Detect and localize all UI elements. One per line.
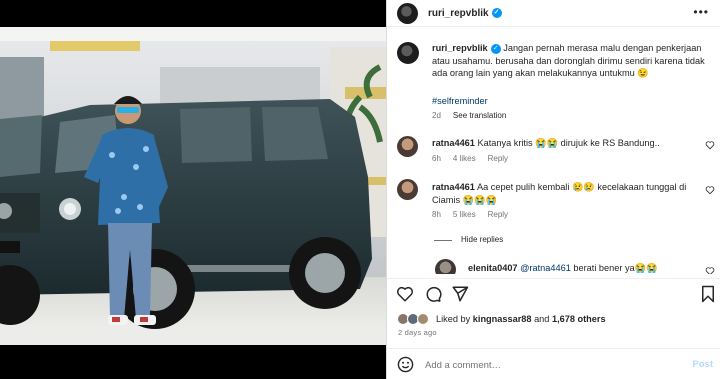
see-translation-button[interactable]: See translation — [453, 111, 506, 120]
emoji-icon[interactable] — [397, 356, 414, 373]
reply-button[interactable]: Reply — [488, 154, 508, 163]
heart-icon[interactable] — [396, 285, 414, 303]
comment-time: 8h — [432, 210, 441, 219]
comment-text: Katanya kritis 😭😭 dirujuk ke RS Bandung.… — [477, 138, 660, 148]
post-image — [0, 27, 386, 345]
hide-replies-button[interactable]: Hide replies — [461, 235, 503, 244]
comment-likes[interactable]: 4 likes — [453, 154, 476, 163]
add-comment-input[interactable] — [425, 357, 675, 373]
reply-text: berati bener ya😭😭 — [570, 263, 658, 273]
author-avatar[interactable] — [397, 3, 418, 24]
comment-1-meta: 6h 4 likes Reply — [432, 154, 520, 163]
comment-2-meta: 8h 5 likes Reply — [432, 210, 520, 219]
comment-heart-icon[interactable] — [705, 140, 715, 150]
verified-icon: ✓ — [491, 8, 502, 19]
liked-by-prefix: Liked by — [436, 314, 473, 324]
reply-username[interactable]: elenita0407 — [468, 263, 518, 273]
post-side-panel: ruri_repvblik ✓ ••• ruri_repvblik ✓ Jangan… — [386, 0, 720, 379]
comment-1: ratna4461 Katanya kritis 😭😭 dirujuk ke R… — [432, 137, 694, 150]
comment-icon[interactable] — [424, 285, 442, 303]
post-header: ruri_repvblik ✓ ••• — [387, 0, 720, 27]
reply-mention[interactable]: @ratna4461 — [520, 263, 571, 273]
liked-by-count[interactable]: 1,678 others — [552, 314, 606, 324]
reply-avatar[interactable] — [435, 259, 456, 274]
bookmark-icon[interactable] — [699, 285, 717, 303]
add-comment-bar: Post — [387, 348, 720, 379]
post-comment-button[interactable]: Post — [692, 359, 713, 370]
comment-likes[interactable]: 5 likes — [453, 210, 476, 219]
verified-icon: ✓ — [490, 43, 501, 54]
author-username[interactable]: ruri_repvblik ✓ — [428, 8, 502, 19]
comment-heart-icon[interactable] — [705, 266, 715, 274]
comments-scroll-area[interactable]: ruri_repvblik ✓ Jangan pernah merasa malu… — [387, 28, 720, 274]
caption-time: 2d — [432, 111, 441, 120]
instagram-post-view: ruri_repvblik ✓ ••• ruri_repvblik ✓ Jangan… — [0, 0, 720, 379]
liked-by-and: and — [531, 314, 552, 324]
caption-username[interactable]: ruri_repvblik — [432, 43, 488, 53]
reply-comment: elenita0407 @ratna4461 berati bener ya😭😭 — [468, 262, 696, 274]
liked-by-text: Liked by kingnassar88 and 1,678 others — [436, 314, 606, 324]
hashtag-link[interactable]: #selfreminder — [432, 96, 488, 106]
comment-username[interactable]: ratna4461 — [432, 182, 475, 192]
commenter-avatar[interactable] — [397, 136, 418, 157]
post-photo — [0, 27, 386, 345]
liked-by-user[interactable]: kingnassar88 — [473, 314, 532, 324]
share-icon[interactable] — [451, 285, 469, 303]
hide-replies-line — [434, 240, 452, 241]
posted-time: 2 days ago — [398, 328, 437, 337]
liker-avatar[interactable] — [417, 313, 429, 325]
post-caption: ruri_repvblik ✓ Jangan pernah merasa malu… — [432, 42, 714, 80]
comment-2: ratna4461 Aa cepet pulih kembali 😢😢 kece… — [432, 181, 694, 206]
likes-summary: Liked by kingnassar88 and 1,678 others — [395, 310, 715, 326]
commenter-avatar[interactable] — [397, 179, 418, 200]
comment-username[interactable]: ratna4461 — [432, 138, 475, 148]
post-action-bar — [387, 278, 720, 308]
reply-button[interactable]: Reply — [488, 210, 508, 219]
caption-avatar[interactable] — [397, 42, 419, 64]
more-icon[interactable]: ••• — [693, 5, 709, 19]
author-username-text[interactable]: ruri_repvblik — [428, 8, 489, 19]
comment-heart-icon[interactable] — [705, 185, 715, 195]
comment-time: 6h — [432, 154, 441, 163]
caption-meta: 2d See translation — [432, 111, 518, 120]
